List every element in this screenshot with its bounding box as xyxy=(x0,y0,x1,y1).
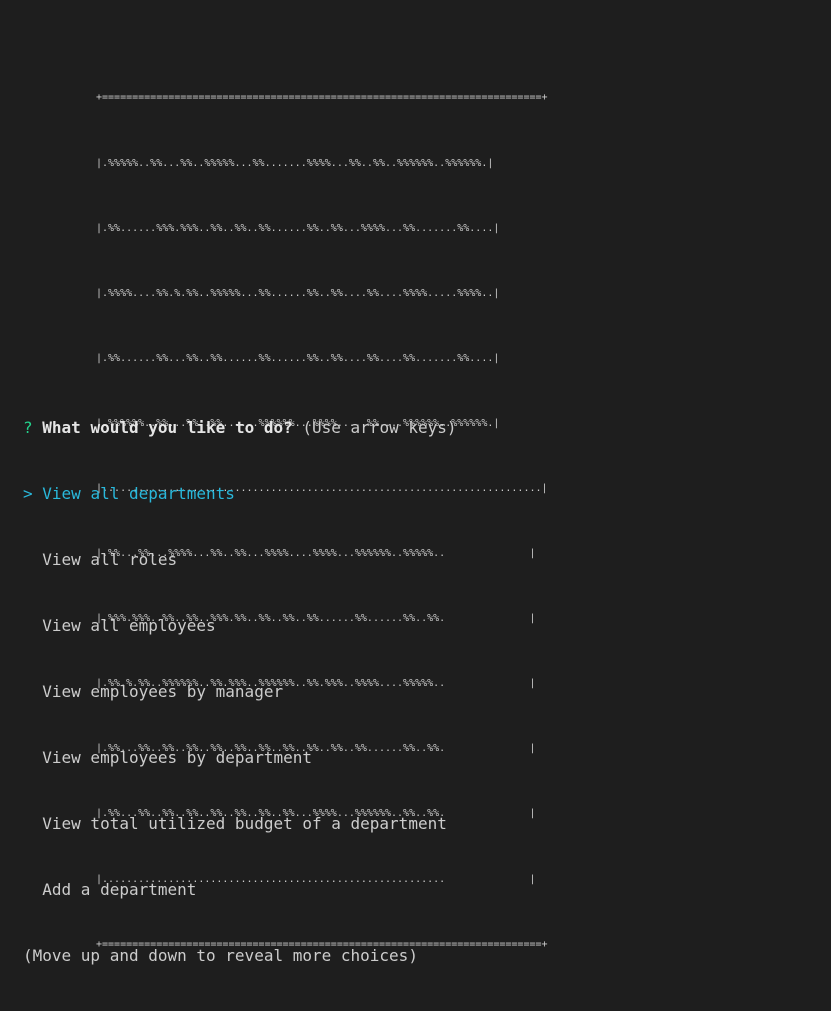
banner-line: |.%%......%%%.%%%..%%..%%..%%......%%..%… xyxy=(96,222,500,234)
choice-view-all-roles[interactable]: View all roles xyxy=(23,549,457,571)
choice-label: View all employees xyxy=(42,616,216,635)
choice-label: View employees by manager xyxy=(42,682,284,701)
choice-label: View all departments xyxy=(42,484,235,503)
prompt-question: What would you like to do? xyxy=(42,418,293,437)
banner-line: |.%%......%%...%%..%%......%%......%%..%… xyxy=(96,352,500,364)
banner-line: +=======================================… xyxy=(96,92,548,104)
choice-view-employees-by-department[interactable]: View employees by department xyxy=(23,747,457,769)
prompt-question-row: ? What would you like to do? (Use arrow … xyxy=(23,417,457,439)
prompt-hint: (Use arrow keys) xyxy=(302,418,457,437)
choice-view-total-utilized-budget[interactable]: View total utilized budget of a departme… xyxy=(23,813,457,835)
banner-line: |.%%%%%..%%...%%..%%%%%...%%.......%%%%.… xyxy=(96,157,494,169)
banner-line: |.%%%%....%%.%.%%..%%%%%...%%......%%..%… xyxy=(96,287,500,299)
inquirer-prompt: ? What would you like to do? (Use arrow … xyxy=(23,373,457,1011)
selection-pointer-icon: > xyxy=(23,484,33,503)
choice-label: View total utilized budget of a departme… xyxy=(42,814,447,833)
choice-add-a-department[interactable]: Add a department xyxy=(23,879,457,901)
choice-label: View employees by department xyxy=(42,748,312,767)
terminal-window: +=======================================… xyxy=(0,0,831,965)
choice-view-all-employees[interactable]: View all employees xyxy=(23,615,457,637)
question-mark-icon: ? xyxy=(23,418,33,437)
choice-label: Add a department xyxy=(42,880,197,899)
more-choices-hint: (Move up and down to reveal more choices… xyxy=(23,946,418,965)
choice-label: View all roles xyxy=(42,550,178,569)
choice-view-employees-by-manager[interactable]: View employees by manager xyxy=(23,681,457,703)
choice-view-all-departments[interactable]: > View all departments xyxy=(23,483,457,505)
